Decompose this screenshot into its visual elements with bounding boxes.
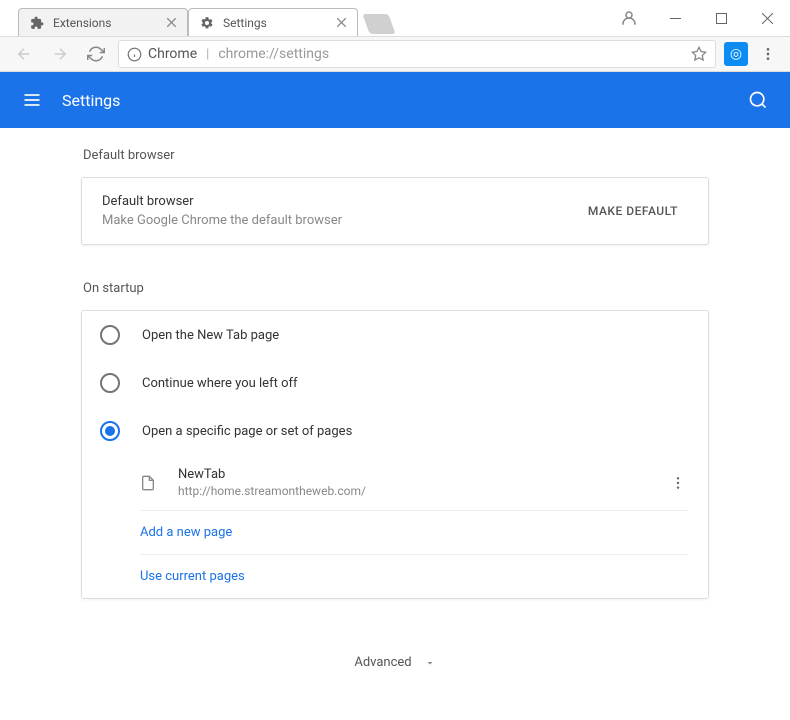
make-default-button[interactable]: MAKE DEFAULT [578,196,688,226]
bookmark-star-icon[interactable] [691,46,707,62]
address-label: Chrome [148,46,197,62]
radio-specific-page[interactable]: Open a specific page or set of pages [82,407,708,455]
forward-button[interactable] [46,40,74,68]
tab-title: Extensions [53,16,163,30]
tab-title: Settings [223,16,333,30]
address-url: chrome://settings [218,46,329,62]
section-label-default-browser: Default browser [81,148,709,163]
page-icon [138,473,158,493]
default-browser-subtitle: Make Google Chrome the default browser [102,213,578,228]
page-menu-button[interactable] [668,473,688,493]
puzzle-icon [29,15,45,31]
extension-icon[interactable]: ◎ [724,42,748,66]
search-icon[interactable] [746,88,770,112]
window-minimize-button[interactable] [652,3,698,33]
tab-extensions[interactable]: Extensions [18,8,188,36]
default-browser-card: Default browser Make Google Chrome the d… [81,177,709,245]
radio-icon [100,325,120,345]
startup-page-url: http://home.streamontheweb.com/ [178,484,668,498]
settings-header: Settings [0,72,790,128]
back-button[interactable] [10,40,38,68]
window-close-button[interactable] [744,3,790,33]
use-current-pages-link[interactable]: Use current pages [82,555,708,598]
tab-close-icon[interactable] [163,15,179,31]
new-tab-button[interactable] [362,14,395,34]
add-new-page-link[interactable]: Add a new page [82,511,708,554]
chevron-down-icon [424,657,436,669]
window-maximize-button[interactable] [698,3,744,33]
tab-settings[interactable]: Settings [188,8,358,36]
reload-button[interactable] [82,40,110,68]
toolbar: Chrome | chrome://settings ◎ [0,36,790,72]
menu-icon[interactable] [20,88,44,112]
account-icon[interactable] [606,3,652,33]
address-bar[interactable]: Chrome | chrome://settings [118,40,716,68]
radio-icon [100,421,120,441]
radio-icon [100,373,120,393]
startup-card: Open the New Tab page Continue where you… [81,310,709,599]
radio-open-new-tab[interactable]: Open the New Tab page [82,311,708,359]
radio-continue[interactable]: Continue where you left off [82,359,708,407]
page-title: Settings [62,91,746,110]
gear-icon [199,15,215,31]
browser-menu-button[interactable] [756,42,780,66]
site-info-icon[interactable] [127,47,142,62]
default-browser-title: Default browser [102,194,578,209]
startup-page-title: NewTab [178,467,668,482]
tab-close-icon[interactable] [333,15,349,31]
advanced-toggle[interactable]: Advanced [81,635,709,710]
startup-page-item: NewTab http://home.streamontheweb.com/ [82,455,708,510]
section-label-startup: On startup [81,281,709,296]
